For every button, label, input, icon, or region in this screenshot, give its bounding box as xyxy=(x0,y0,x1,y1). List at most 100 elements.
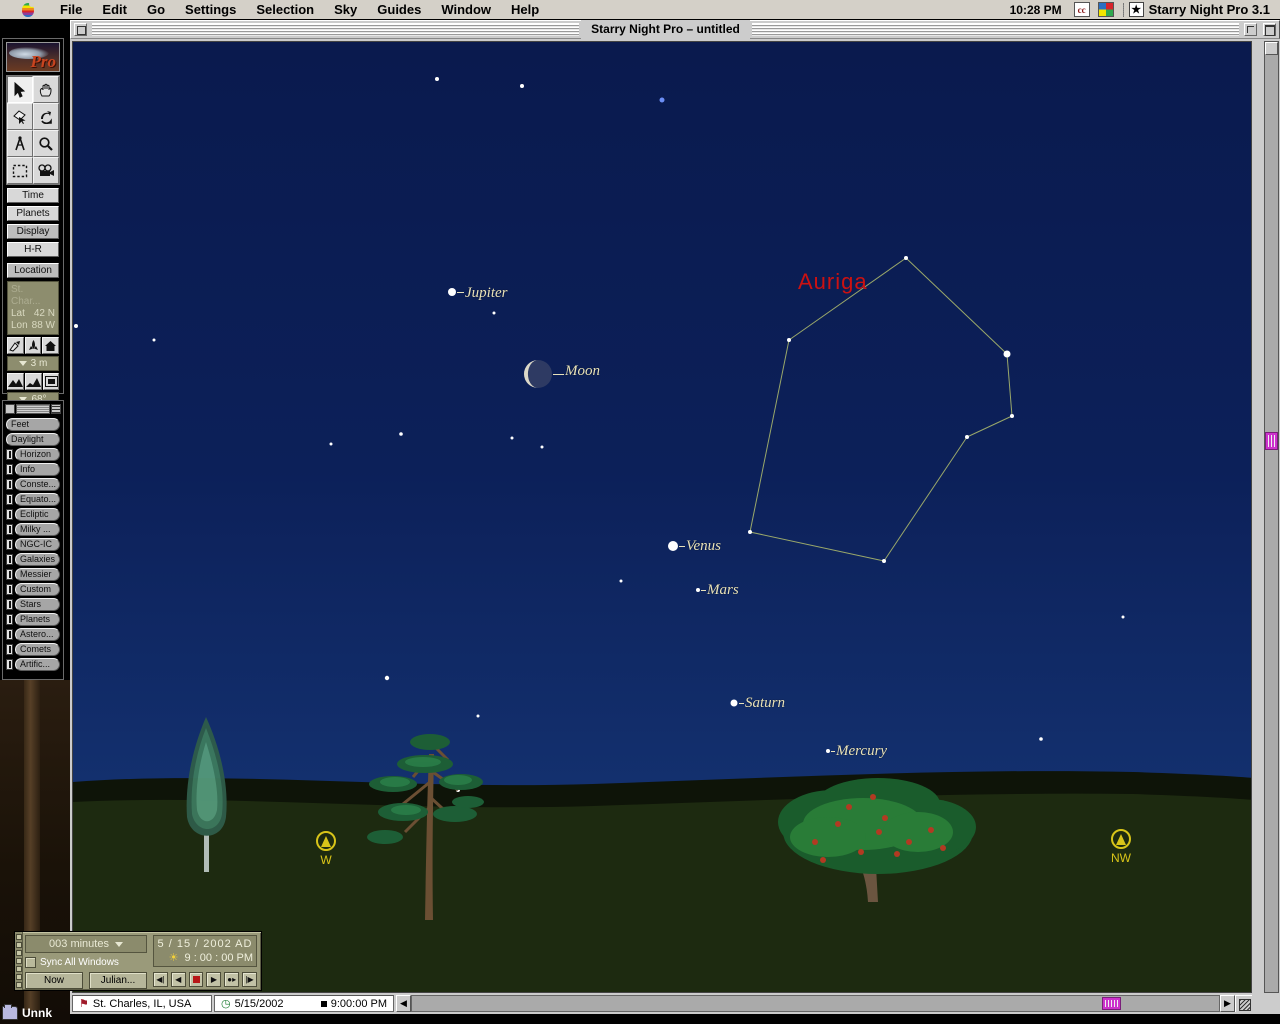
layer-toggle-galaxies[interactable]: Galaxies xyxy=(6,552,60,566)
magnifier-tool[interactable] xyxy=(33,130,59,157)
angle-measure-tool[interactable] xyxy=(7,130,33,157)
layer-toggle-stars[interactable]: Stars xyxy=(6,597,60,611)
window-close-button[interactable] xyxy=(74,23,87,36)
layer-switch-icon[interactable] xyxy=(6,658,13,670)
layer-toggle-info[interactable]: Info xyxy=(6,462,60,476)
layer-switch-icon[interactable] xyxy=(6,463,13,475)
planet-label-mercury[interactable]: Mercury xyxy=(836,743,887,760)
palette-menu-button[interactable] xyxy=(51,404,61,414)
menu-file[interactable]: File xyxy=(50,0,92,19)
status-datetime-field[interactable]: ◷ 5/15/2002 9:00:00 PM xyxy=(214,995,394,1012)
horizontal-scroll-thumb[interactable] xyxy=(1102,997,1121,1010)
location-button[interactable]: Location xyxy=(7,263,59,278)
home-icon[interactable] xyxy=(42,337,60,354)
palette-drag-handle[interactable] xyxy=(16,404,50,414)
layer-toggle-conste[interactable]: Conste... xyxy=(6,477,60,491)
menu-sky[interactable]: Sky xyxy=(324,0,367,19)
layer-switch-icon[interactable] xyxy=(6,478,13,490)
time-palette-button[interactable]: Time xyxy=(7,188,59,203)
planet-label-mars[interactable]: Mars xyxy=(707,582,739,599)
window-title-bar[interactable]: Starry Night Pro – untitled xyxy=(70,20,1280,39)
play-reverse-button[interactable]: ◀ xyxy=(170,972,186,987)
puzzle-extension-icon[interactable] xyxy=(1097,2,1114,17)
menu-window[interactable]: Window xyxy=(431,0,501,19)
planet-label-jupiter[interactable]: Jupiter xyxy=(465,285,508,302)
vertical-scroll-thumb[interactable] xyxy=(1265,432,1278,450)
julian-button[interactable]: Julian... xyxy=(89,972,147,989)
sky-vertical-scrollbar[interactable] xyxy=(1264,41,1279,993)
planet-label-moon[interactable]: Moon xyxy=(565,363,600,380)
step-forward-button[interactable]: |▶ xyxy=(242,972,257,987)
status-location-field[interactable]: ⚑ St. Charles, IL, USA xyxy=(72,995,212,1012)
layer-toggle-messier[interactable]: Messier xyxy=(6,567,60,581)
layers-palette-titlebar[interactable] xyxy=(5,403,61,415)
layer-switch-icon[interactable] xyxy=(6,643,13,655)
movie-camera-tool[interactable] xyxy=(33,157,59,184)
rotate-tool[interactable] xyxy=(33,103,59,130)
sky-view[interactable]: Auriga Jupiter Moon Venus Mars Saturn Mercury W… xyxy=(72,41,1252,993)
layer-switch-icon[interactable] xyxy=(6,553,13,565)
menu-help[interactable]: Help xyxy=(501,0,549,19)
elevation-selector[interactable]: 3 m xyxy=(7,356,59,371)
stop-button[interactable] xyxy=(188,972,204,987)
layer-switch-icon[interactable] xyxy=(6,568,13,580)
status-scroll-right-button[interactable]: ▶ xyxy=(1220,995,1235,1012)
menu-settings[interactable]: Settings xyxy=(175,0,246,19)
now-button[interactable]: Now xyxy=(25,972,83,989)
layer-toggle-ngcic[interactable]: NGC-IC xyxy=(6,537,60,551)
layer-switch-icon[interactable] xyxy=(6,508,13,520)
hand-held-icon[interactable] xyxy=(7,337,24,354)
layer-switch-icon[interactable] xyxy=(6,628,13,640)
time-palette-grip[interactable] xyxy=(15,932,23,990)
hills-icon[interactable] xyxy=(7,373,24,390)
step-back-button[interactable]: ◀| xyxy=(153,972,168,987)
layer-toggle-milky[interactable]: Milky ... xyxy=(6,522,60,536)
window-zoom-button[interactable] xyxy=(1244,23,1257,36)
layer-switch-icon[interactable] xyxy=(6,583,13,595)
layer-toggle-horizon[interactable]: Horizon xyxy=(6,447,60,461)
play-forward-button[interactable]: ▶ xyxy=(206,972,222,987)
planet-label-saturn[interactable]: Saturn xyxy=(745,695,785,712)
display-palette-button[interactable]: Display xyxy=(7,224,59,239)
spaceship-icon[interactable] xyxy=(24,337,42,354)
window-resize-grip[interactable] xyxy=(1235,995,1252,1012)
hand-pan-tool[interactable] xyxy=(33,76,59,103)
sync-checkbox[interactable] xyxy=(25,957,36,968)
location-readout[interactable]: St. Char... Lat 42 N Lon 88 W xyxy=(7,281,59,335)
starry-night-app-icon[interactable]: ★ xyxy=(1128,2,1144,17)
arrow-select-tool[interactable] xyxy=(7,76,33,103)
single-step-button[interactable]: ●▸ xyxy=(224,972,240,987)
cc-control-strip-icon[interactable]: cc xyxy=(1073,2,1090,17)
date-time-readout[interactable]: 5 / 15 / 2002 AD ☀ 9 : 00 : 00 PM xyxy=(153,935,257,967)
menu-go[interactable]: Go xyxy=(137,0,175,19)
box-icon[interactable] xyxy=(43,373,59,390)
layer-switch-icon[interactable] xyxy=(6,493,13,505)
menu-selection[interactable]: Selection xyxy=(246,0,324,19)
layer-toggle-custom[interactable]: Custom xyxy=(6,582,60,596)
layer-toggle-feet[interactable]: Feet xyxy=(6,417,60,431)
layer-toggle-planets[interactable]: Planets xyxy=(6,612,60,626)
planet-label-venus[interactable]: Venus xyxy=(686,538,721,555)
menubar-app-name[interactable]: Starry Night Pro 3.1 xyxy=(1144,2,1276,17)
layer-toggle-ecliptic[interactable]: Ecliptic xyxy=(6,507,60,521)
hr-palette-button[interactable]: H-R xyxy=(7,242,59,257)
status-scroll-left-button[interactable]: ◀ xyxy=(396,995,411,1012)
layer-switch-icon[interactable] xyxy=(6,538,13,550)
desktop-folder-shortcut[interactable]: Unnk xyxy=(2,1003,68,1023)
layer-toggle-comets[interactable]: Comets xyxy=(6,642,60,656)
layer-toggle-daylight[interactable]: Daylight xyxy=(6,432,60,446)
sync-all-windows-row[interactable]: Sync All Windows xyxy=(25,957,147,968)
chart-icon[interactable] xyxy=(25,373,42,390)
menu-guides[interactable]: Guides xyxy=(367,0,431,19)
menu-edit[interactable]: Edit xyxy=(92,0,137,19)
layer-switch-icon[interactable] xyxy=(6,598,13,610)
layer-switch-icon[interactable] xyxy=(6,523,13,535)
window-collapse-button[interactable] xyxy=(1263,23,1276,36)
layer-switch-icon[interactable] xyxy=(6,448,13,460)
time-step-dropdown[interactable]: 003 minutes xyxy=(25,935,147,953)
layer-toggle-artific[interactable]: Artific... xyxy=(6,657,60,671)
scroll-up-button[interactable] xyxy=(1265,42,1278,55)
menubar-clock[interactable]: 10:28 PM xyxy=(1002,3,1070,17)
marquee-tool[interactable] xyxy=(7,157,33,184)
planets-palette-button[interactable]: Planets xyxy=(7,206,59,221)
